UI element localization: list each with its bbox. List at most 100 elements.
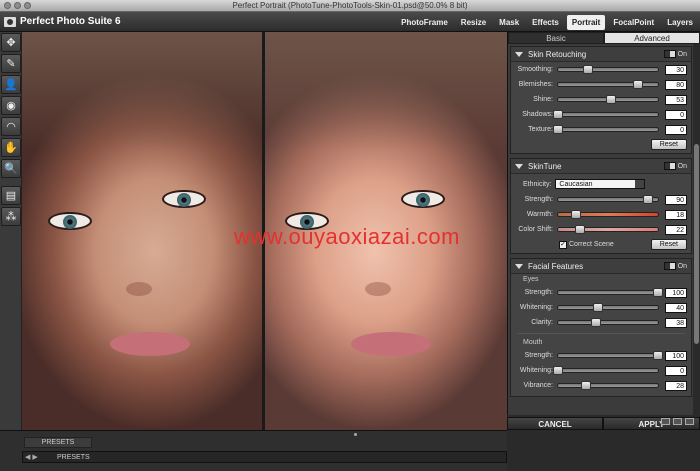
strength-slider[interactable] (557, 288, 663, 297)
strength-slider[interactable] (557, 195, 659, 204)
presets-button[interactable]: PRESETS (24, 437, 92, 448)
collapse-triangle-icon[interactable] (515, 263, 523, 269)
window-controls[interactable] (4, 2, 31, 9)
strength-value-field[interactable]: 90 (665, 194, 687, 205)
panel-scrollbar[interactable] (693, 44, 700, 430)
whitening-slider[interactable] (553, 366, 659, 375)
toggle-switch-icon[interactable] (663, 50, 676, 58)
panel-scroll-area[interactable]: Skin Retouching On Smoothing: 30 Blemishes… (508, 44, 694, 430)
slider-knob[interactable] (653, 351, 663, 360)
skin-retouching-toggle[interactable]: On (663, 50, 687, 58)
module-tab-photoframe[interactable]: PhotoFrame (396, 15, 453, 30)
shadows-slider[interactable] (553, 110, 659, 119)
zoom-icon[interactable]: 🔍 (1, 159, 21, 178)
single-view-icon[interactable] (661, 418, 670, 425)
brush-icon[interactable]: ✎ (1, 54, 21, 73)
slider-label: Smoothing: (517, 66, 553, 73)
clarity-slider[interactable] (557, 318, 659, 327)
slider-knob[interactable] (593, 303, 603, 312)
texture-value-field[interactable]: 0 (665, 124, 687, 135)
module-tab-resize[interactable]: Resize (456, 15, 491, 30)
eye-icon[interactable]: ◉ (1, 96, 21, 115)
scrollbar-thumb[interactable] (694, 144, 699, 344)
colorshift-value-field[interactable]: 22 (665, 224, 687, 235)
toggle-switch-icon[interactable] (663, 262, 676, 270)
before-preview-image[interactable] (22, 32, 262, 430)
collapse-triangle-icon[interactable] (515, 163, 523, 169)
whitening-slider[interactable] (557, 303, 659, 312)
strength-value-field[interactable]: 100 (665, 287, 687, 298)
portrait-icon[interactable]: 👤 (1, 75, 21, 94)
presets-strip[interactable]: ◀ ▶ PRESETS (22, 451, 507, 463)
slider-knob[interactable] (553, 125, 563, 134)
zoom-window-icon[interactable] (24, 2, 31, 9)
cancel-button[interactable]: CANCEL (507, 417, 603, 430)
vibrance-value-field[interactable]: 28 (665, 380, 687, 391)
vibrance-slider[interactable] (557, 381, 659, 390)
slider-knob[interactable] (633, 80, 643, 89)
split-view-icon[interactable] (673, 418, 682, 425)
module-tab-effects[interactable]: Effects (527, 15, 564, 30)
slider-knob[interactable] (571, 210, 581, 219)
hand-icon[interactable]: ✋ (1, 138, 21, 157)
checkmark-icon[interactable]: ✓ (559, 240, 567, 249)
skintune-header[interactable]: SkinTune On (511, 159, 691, 174)
skin-retouching-header[interactable]: Skin Retouching On (511, 47, 691, 62)
colorshift-slider[interactable] (557, 225, 659, 234)
slider-knob[interactable] (653, 288, 663, 297)
whitening-value-field[interactable]: 0 (665, 365, 687, 376)
smoothing-value-field[interactable]: 30 (665, 64, 687, 75)
lips-icon[interactable]: ◠ (1, 117, 21, 136)
blemishes-value-field[interactable]: 80 (665, 79, 687, 90)
blemishes-slider[interactable] (557, 80, 659, 89)
slider-knob[interactable] (591, 318, 601, 327)
shine-slider[interactable] (557, 95, 659, 104)
slider-knob[interactable] (553, 110, 563, 119)
image-canvas[interactable]: www.ouyaoxiazai.com (22, 32, 507, 430)
panel-tab-basic[interactable]: Basic (508, 32, 604, 44)
shine-value-field[interactable]: 53 (665, 94, 687, 105)
panel-tab-advanced[interactable]: Advanced (604, 32, 700, 44)
module-tab-portrait[interactable]: Portrait (566, 15, 606, 30)
presets-nav-arrows-icon[interactable]: ◀ ▶ (25, 453, 38, 461)
presets-bar: PRESETS ◀ ▶ PRESETS (0, 430, 507, 471)
whitening-value-field[interactable]: 40 (665, 302, 687, 313)
slider-label: Strength: (524, 289, 553, 296)
compare-icon[interactable]: ▤ (1, 186, 21, 205)
ethnicity-label: Ethnicity: (523, 180, 552, 188)
ethnicity-select[interactable]: Caucasian (555, 179, 646, 189)
facial-features-header[interactable]: Facial Features On (511, 259, 691, 274)
slider-knob[interactable] (643, 195, 653, 204)
strength-slider[interactable] (557, 351, 663, 360)
slider-knob[interactable] (606, 95, 616, 104)
slider-knob[interactable] (583, 65, 593, 74)
side-by-side-view-icon[interactable] (685, 418, 694, 425)
correct-scene-checkbox[interactable]: ✓ Correct Scene (559, 240, 614, 249)
facial-features-toggle[interactable]: On (663, 262, 687, 270)
skintune-toggle[interactable]: On (663, 162, 687, 170)
skintune-reset-button[interactable]: Reset (650, 239, 687, 250)
module-tab-layers[interactable]: Layers (662, 15, 698, 30)
skin-retouching-reset-button[interactable]: Reset (650, 139, 687, 150)
slider-knob[interactable] (581, 381, 591, 390)
warmth-value-field[interactable]: 18 (665, 209, 687, 220)
skintune-section: SkinTune On Ethnicity: Caucasian Strengt… (510, 158, 692, 254)
clarity-value-field[interactable]: 38 (665, 317, 687, 328)
texture-slider[interactable] (553, 125, 659, 134)
group-icon[interactable]: ⁂ (1, 207, 21, 226)
after-hair (265, 32, 507, 152)
close-window-icon[interactable] (4, 2, 11, 9)
module-tab-mask[interactable]: Mask (494, 15, 524, 30)
smoothing-slider[interactable] (557, 65, 659, 74)
warmth-slider[interactable] (557, 210, 659, 219)
move-icon[interactable]: ✥ (1, 33, 21, 52)
slider-knob[interactable] (575, 225, 585, 234)
minimize-window-icon[interactable] (14, 2, 21, 9)
slider-knob[interactable] (553, 366, 563, 375)
module-tab-focalpoint[interactable]: FocalPoint (608, 15, 659, 30)
shadows-value-field[interactable]: 0 (665, 109, 687, 120)
toggle-switch-icon[interactable] (663, 162, 676, 170)
strength-value-field[interactable]: 100 (665, 350, 687, 361)
collapse-triangle-icon[interactable] (515, 51, 523, 57)
canvas-drag-handle[interactable] (354, 433, 357, 436)
